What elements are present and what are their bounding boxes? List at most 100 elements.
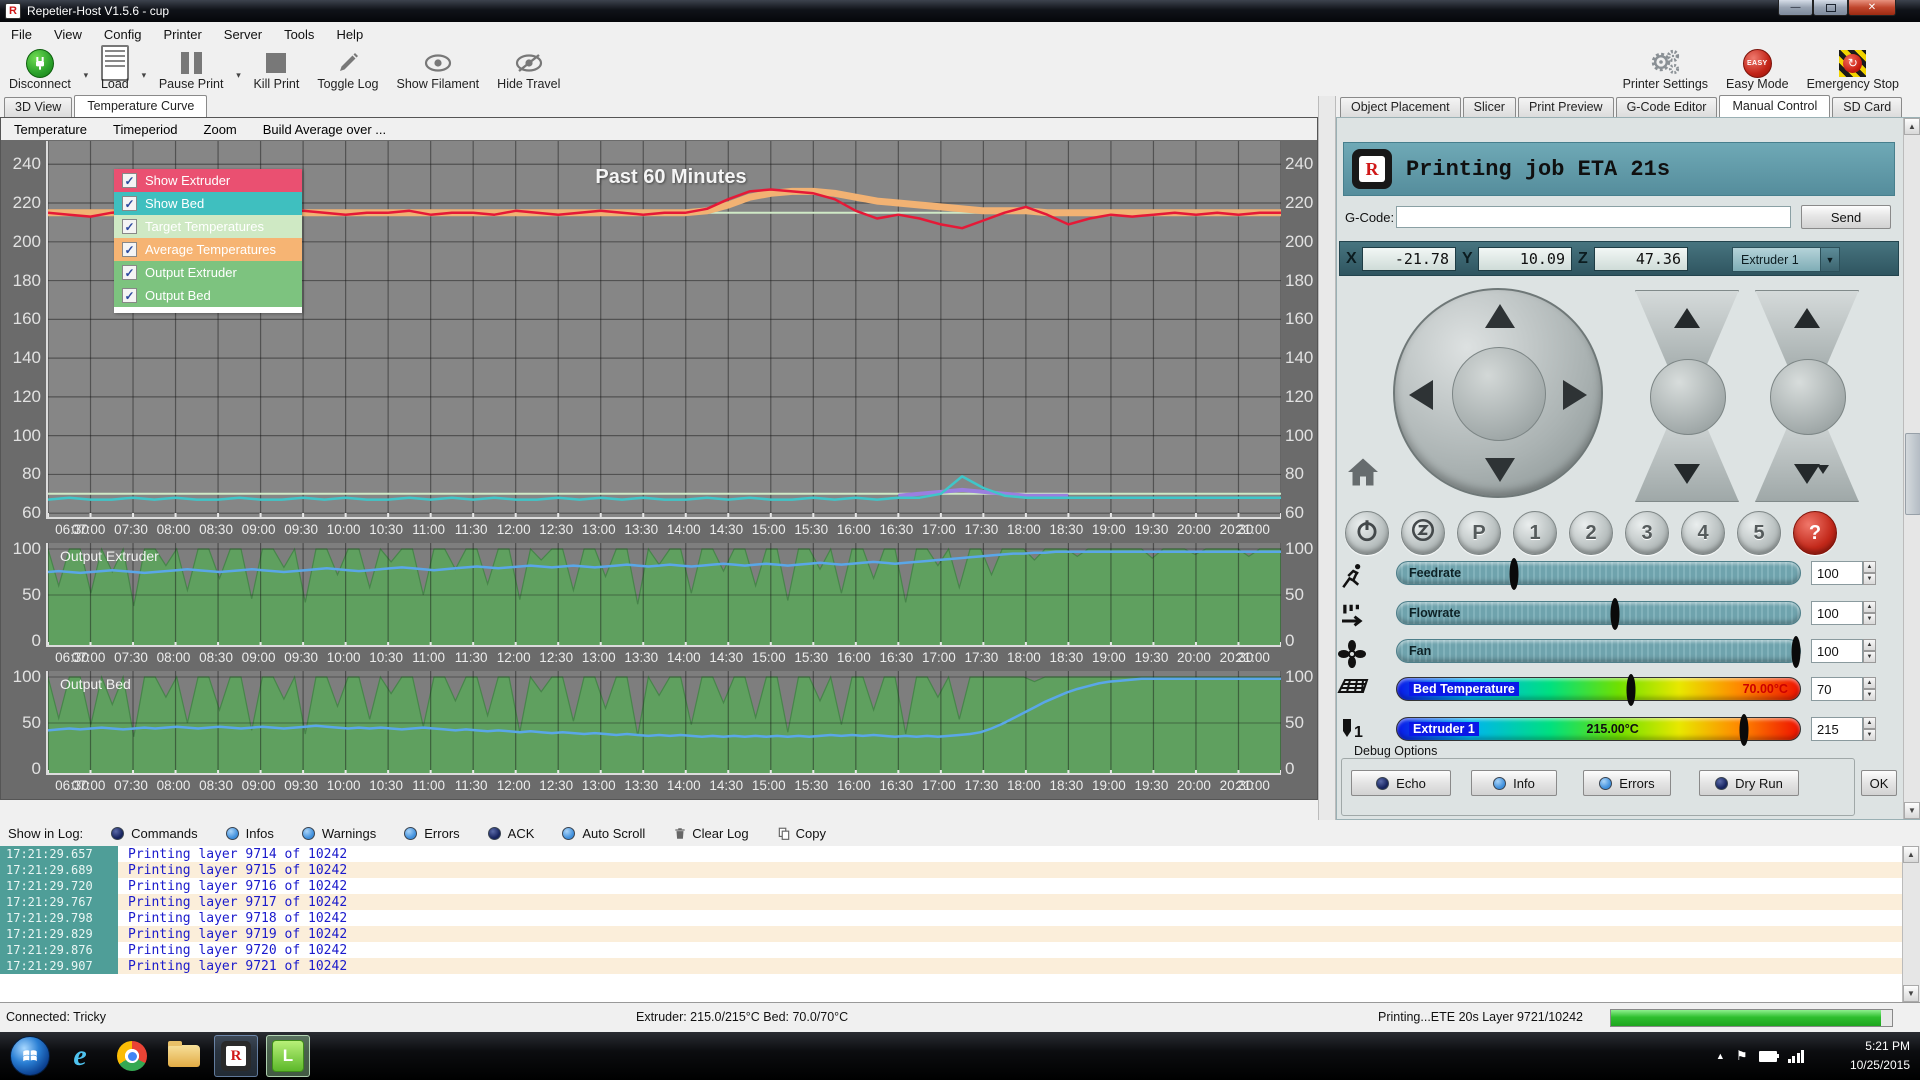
temp-slider-extruder-1-stepper[interactable]: ▲▼ bbox=[1863, 717, 1876, 741]
debug-info-button[interactable]: Info bbox=[1471, 770, 1557, 796]
jog-y-minus-icon[interactable] bbox=[1485, 458, 1515, 482]
stepper-up-icon[interactable]: ▲ bbox=[1863, 639, 1876, 651]
slider-flowrate[interactable]: Flowrate bbox=[1396, 601, 1801, 625]
legend-output-bed[interactable]: ✓Output Bed bbox=[114, 284, 302, 307]
z-plus-icon[interactable] bbox=[1674, 308, 1700, 328]
legend-output-extruder-checkbox[interactable]: ✓ bbox=[122, 265, 137, 280]
tab-manual-control[interactable]: Manual Control bbox=[1719, 95, 1830, 117]
retract-icon[interactable] bbox=[1794, 308, 1820, 328]
log-rows[interactable]: 17:21:29.657Printing layer 9714 of 10242… bbox=[0, 846, 1903, 1002]
legend-show-extruder-checkbox[interactable]: ✓ bbox=[122, 173, 137, 188]
temp-slider-bed-temperature-knob[interactable] bbox=[1626, 674, 1635, 706]
toolbar-disconnect[interactable]: Disconnect bbox=[0, 46, 80, 96]
scroll-down-icon[interactable]: ▼ bbox=[1904, 802, 1920, 819]
tab-sd-card[interactable]: SD Card bbox=[1832, 97, 1902, 117]
chart-menu-zoom[interactable]: Zoom bbox=[191, 120, 250, 139]
toolbar-easy-mode[interactable]: EASYEasy Mode bbox=[1717, 46, 1798, 96]
jog-y-plus-icon[interactable] bbox=[1485, 304, 1515, 328]
menu-config[interactable]: Config bbox=[93, 24, 153, 45]
menu-view[interactable]: View bbox=[43, 24, 93, 45]
axis-z-value[interactable]: 47.36 bbox=[1594, 247, 1688, 271]
log-row[interactable]: 17:21:29.876Printing layer 9720 of 10242 bbox=[0, 942, 1903, 958]
preset-3-button[interactable]: 3 bbox=[1625, 511, 1669, 555]
toolbar-load-caret[interactable]: ▾ bbox=[138, 46, 150, 96]
log-scrollbar[interactable]: ▲ ▼ bbox=[1902, 846, 1920, 1002]
tab-object-placement[interactable]: Object Placement bbox=[1340, 97, 1461, 117]
slider-fan-value[interactable]: 100 bbox=[1811, 639, 1863, 663]
slider-feedrate[interactable]: Feedrate bbox=[1396, 561, 1801, 585]
z-jog-control[interactable] bbox=[1629, 290, 1745, 502]
legend-average-temperatures-checkbox[interactable]: ✓ bbox=[122, 242, 137, 257]
preset-4-button[interactable]: 4 bbox=[1681, 511, 1725, 555]
power-button[interactable] bbox=[1345, 511, 1389, 555]
taskbar-clock[interactable]: 5:21 PM 10/25/2015 bbox=[1810, 1037, 1910, 1074]
log-scroll-down-icon[interactable]: ▼ bbox=[1903, 985, 1919, 1002]
debug-errors-button[interactable]: Errors bbox=[1583, 770, 1671, 796]
toolbar-hide-travel[interactable]: Hide Travel bbox=[488, 46, 569, 96]
slider-flowrate-value[interactable]: 100 bbox=[1811, 601, 1863, 625]
legend-output-extruder[interactable]: ✓Output Extruder bbox=[114, 261, 302, 284]
extruder-jog-control[interactable] bbox=[1749, 290, 1865, 502]
slider-feedrate-knob[interactable] bbox=[1509, 558, 1518, 590]
chevron-down-icon[interactable]: ▼ bbox=[1820, 248, 1839, 271]
axis-x-value[interactable]: -21.78 bbox=[1362, 247, 1456, 271]
start-button[interactable] bbox=[10, 1036, 50, 1076]
taskbar-explorer-icon[interactable] bbox=[162, 1035, 206, 1077]
legend-show-extruder[interactable]: ✓Show Extruder bbox=[114, 169, 302, 192]
toolbar-disconnect-caret[interactable]: ▾ bbox=[80, 46, 92, 96]
toolbar-show-filament[interactable]: Show Filament bbox=[387, 46, 488, 96]
toolbar-pause-print[interactable]: Pause Print bbox=[150, 46, 233, 96]
slider-flowrate-knob[interactable] bbox=[1610, 598, 1619, 630]
stepper-down-icon[interactable]: ▼ bbox=[1863, 573, 1876, 585]
tab-g-code-editor[interactable]: G-Code Editor bbox=[1616, 97, 1718, 117]
stepper-up-icon[interactable]: ▲ bbox=[1863, 601, 1876, 613]
log-row[interactable]: 17:21:29.767Printing layer 9717 of 10242 bbox=[0, 894, 1903, 910]
temp-slider-extruder-1-value[interactable]: 215 bbox=[1811, 717, 1863, 741]
legend-show-bed-checkbox[interactable]: ✓ bbox=[122, 196, 137, 211]
stepper-down-icon[interactable]: ▼ bbox=[1863, 651, 1876, 663]
menu-printer[interactable]: Printer bbox=[152, 24, 212, 45]
minimize-button[interactable]: — bbox=[1778, 0, 1813, 16]
chart-menu-temperature[interactable]: Temperature bbox=[1, 120, 100, 139]
chart-menu-timeperiod[interactable]: Timeperiod bbox=[100, 120, 191, 139]
action-center-flag-icon[interactable]: ⚑ bbox=[1736, 1048, 1748, 1064]
toolbar-load[interactable]: Load bbox=[92, 46, 138, 96]
log-row[interactable]: 17:21:29.657Printing layer 9714 of 10242 bbox=[0, 846, 1903, 862]
log-toggle-commands[interactable]: Commands bbox=[111, 826, 197, 841]
log-toggle-ack[interactable]: ACK bbox=[488, 826, 535, 841]
z-minus-icon[interactable] bbox=[1674, 464, 1700, 484]
jog-x-plus-icon[interactable] bbox=[1563, 380, 1587, 410]
toolbar-emergency-stop[interactable]: ↻Emergency Stop bbox=[1798, 46, 1908, 96]
extruder-jog-knob[interactable] bbox=[1770, 359, 1846, 435]
log-row[interactable]: 17:21:29.798Printing layer 9718 of 10242 bbox=[0, 910, 1903, 926]
axis-y-value[interactable]: 10.09 bbox=[1478, 247, 1572, 271]
panel-splitter[interactable] bbox=[1318, 96, 1336, 820]
slider-flowrate-stepper[interactable]: ▲▼ bbox=[1863, 601, 1876, 625]
temp-slider-bed-temperature-value[interactable]: 70 bbox=[1811, 677, 1863, 701]
panel-scrollbar[interactable]: ▲ ▼ bbox=[1903, 118, 1920, 819]
menu-tools[interactable]: Tools bbox=[273, 24, 325, 45]
park-button[interactable]: P bbox=[1457, 511, 1501, 555]
toolbar-pause-print-caret[interactable]: ▾ bbox=[232, 46, 244, 96]
log-row[interactable]: 17:21:29.829Printing layer 9719 of 10242 bbox=[0, 926, 1903, 942]
log-toggle-infos[interactable]: Infos bbox=[226, 826, 274, 841]
slider-fan-stepper[interactable]: ▲▼ bbox=[1863, 639, 1876, 663]
log-row[interactable]: 17:21:29.720Printing layer 9716 of 10242 bbox=[0, 878, 1903, 894]
battery-icon[interactable] bbox=[1759, 1051, 1777, 1062]
stepper-up-icon[interactable]: ▲ bbox=[1863, 677, 1876, 689]
xy-jog-pad[interactable] bbox=[1393, 288, 1603, 498]
debug-echo-button[interactable]: Echo bbox=[1351, 770, 1451, 796]
stepper-down-icon[interactable]: ▼ bbox=[1863, 689, 1876, 701]
extruder-select[interactable]: Extruder 1 ▼ bbox=[1732, 247, 1840, 272]
jog-x-minus-icon[interactable] bbox=[1409, 380, 1433, 410]
legend-output-bed-checkbox[interactable]: ✓ bbox=[122, 288, 137, 303]
send-button[interactable]: Send bbox=[1801, 205, 1891, 229]
gcode-input[interactable] bbox=[1396, 206, 1791, 228]
extrude-fast-icon[interactable] bbox=[1817, 465, 1829, 474]
legend-average-temperatures[interactable]: ✓Average Temperatures bbox=[114, 238, 302, 261]
preset-1-button[interactable]: 1 bbox=[1513, 511, 1557, 555]
temp-slider-bed-temperature-stepper[interactable]: ▲▼ bbox=[1863, 677, 1876, 701]
stepper-up-icon[interactable]: ▲ bbox=[1863, 561, 1876, 573]
log-row[interactable]: 17:21:29.907Printing layer 9721 of 10242 bbox=[0, 958, 1903, 974]
debug-dry-run-button[interactable]: Dry Run bbox=[1699, 770, 1799, 796]
